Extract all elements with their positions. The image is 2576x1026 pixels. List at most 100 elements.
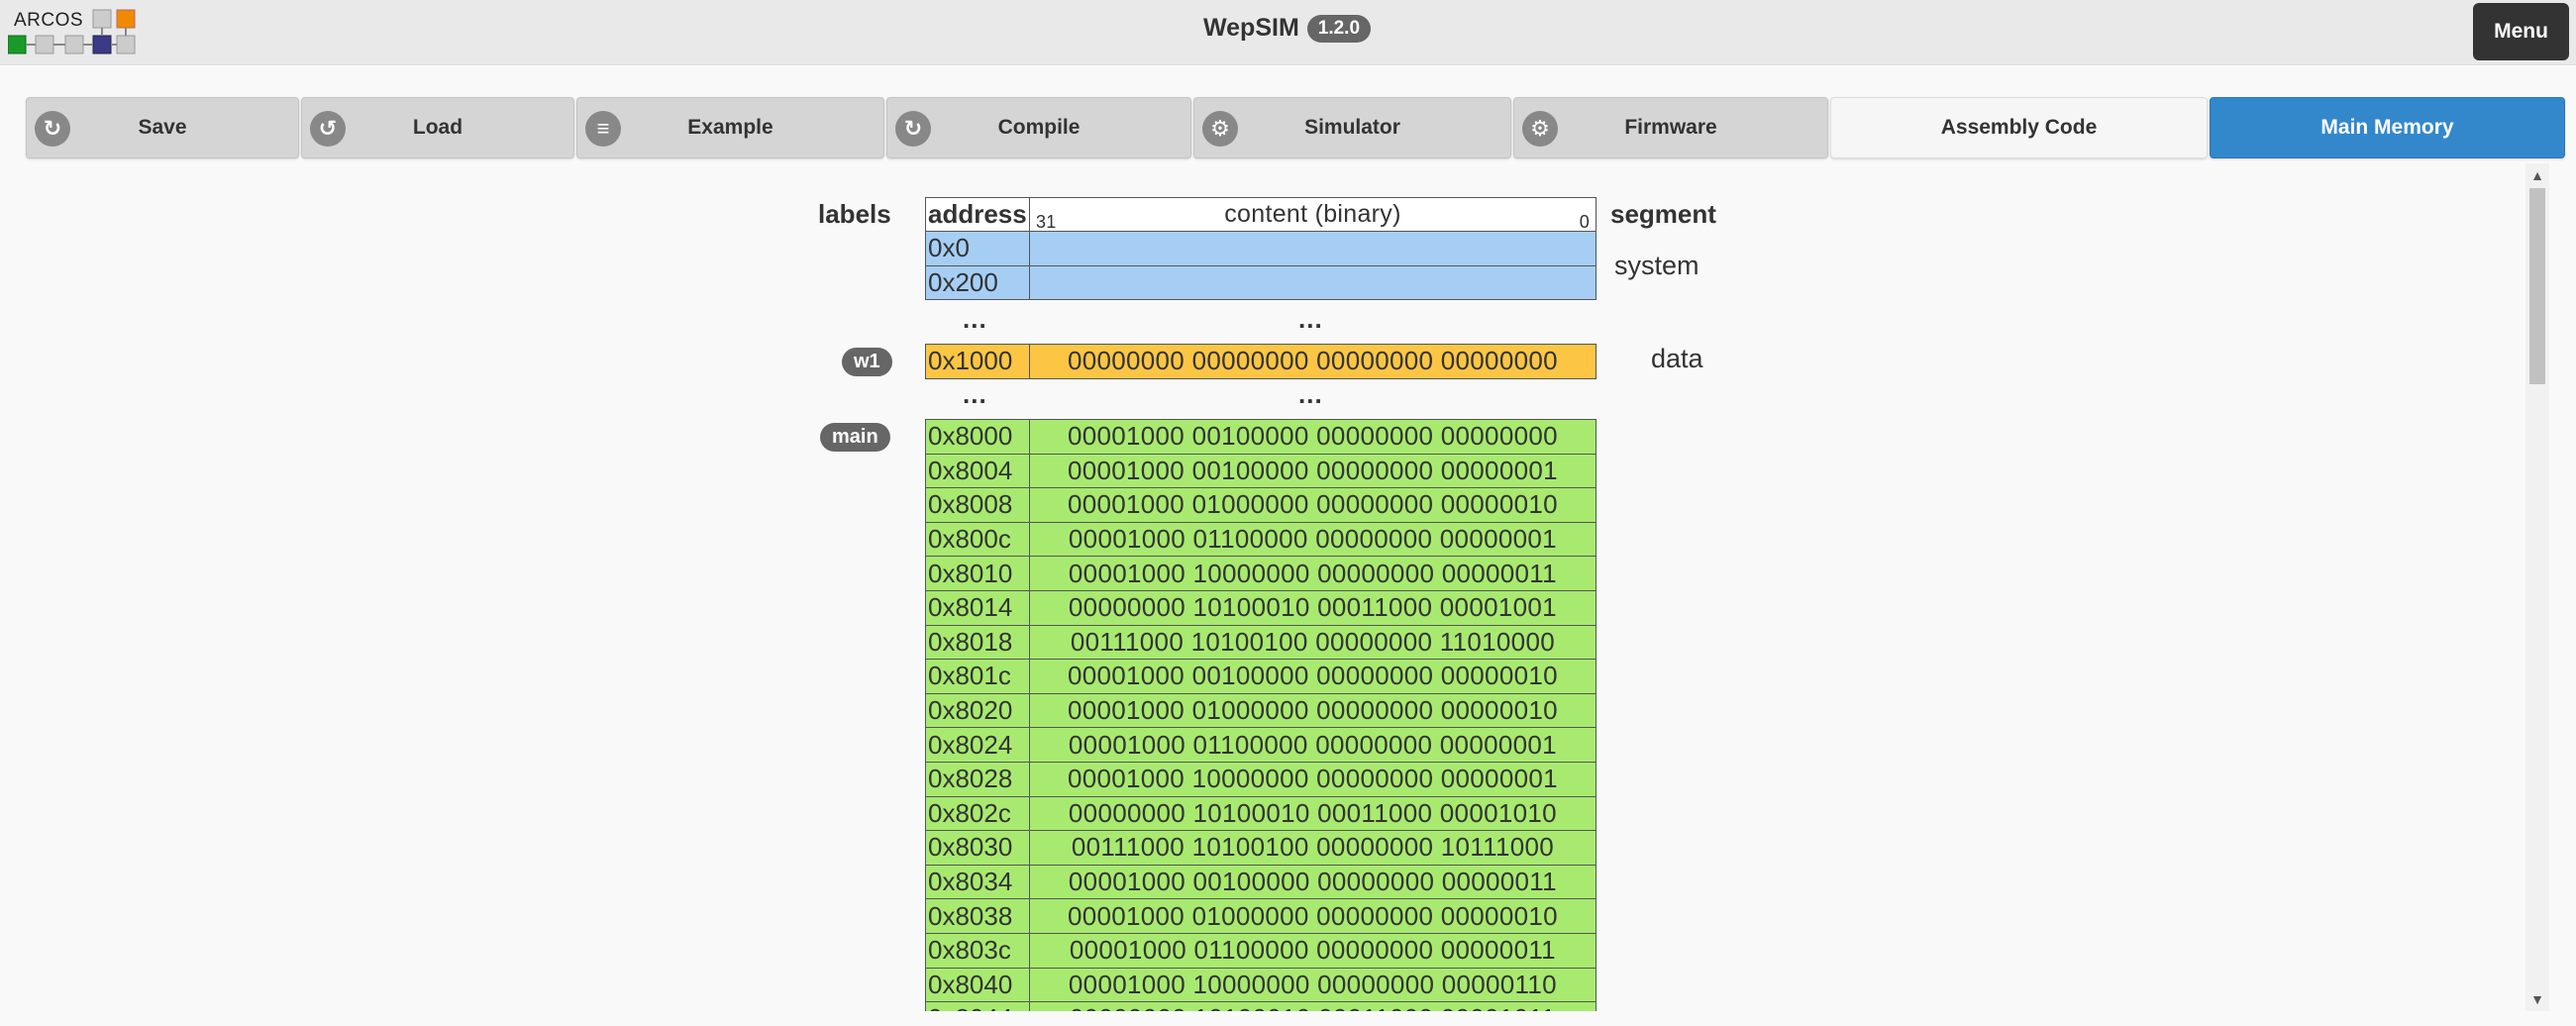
content-header-label: content (binary) xyxy=(1224,200,1401,228)
address-cell: 0x8044 xyxy=(925,1001,1030,1011)
table-row: 0x8030 00111000 10100100 00000000 1011100… xyxy=(925,830,1597,866)
content-cell: 00001000 01100000 00000000 00000001 xyxy=(1028,727,1597,763)
table-row: 0x8028 00001000 10000000 00000000 0000000… xyxy=(925,761,1597,797)
firmware-button[interactable]: ⚙ Firmware xyxy=(1513,97,1828,158)
address-cell: 0x801c xyxy=(925,659,1030,694)
address-cell: 0x8008 xyxy=(925,487,1030,523)
segment-data: data xyxy=(1651,344,1703,373)
table-header-row: address 31 content (binary) 0 xyxy=(925,197,1597,232)
memory-table-data: 0x1000 00000000 00000000 00000000 000000… xyxy=(925,344,1597,379)
address-cell: 0x8030 xyxy=(925,830,1030,866)
table-row: 0x801c 00001000 00100000 00000000 0000001… xyxy=(925,659,1597,694)
app-header: ARCOS WepSIM 1.2.0 Menu xyxy=(0,0,2576,65)
table-row: 0x8040 00001000 10000000 00000000 0000011… xyxy=(925,967,1597,1003)
bit-low-label: 0 xyxy=(1579,212,1590,232)
vertical-scrollbar[interactable]: ▲ ▼ xyxy=(2525,163,2549,1011)
table-row: 0x8010 00001000 10000000 00000000 0000001… xyxy=(925,556,1597,591)
content-cell: 00001000 00100000 00000000 00000011 xyxy=(1028,864,1597,900)
address-cell: 0x8020 xyxy=(925,692,1030,729)
table-row: 0x8024 00001000 01100000 00000000 0000000… xyxy=(925,727,1597,763)
save-label: Save xyxy=(138,116,187,139)
load-button[interactable]: ↺ Load xyxy=(301,97,574,158)
load-label: Load xyxy=(412,116,464,139)
content-cell: 00001000 00100000 00000000 00000001 xyxy=(1028,453,1597,489)
content-column-header: 31 content (binary) 0 xyxy=(1028,197,1597,232)
content-cell: 00000000 10100010 00011000 00001001 xyxy=(1028,589,1597,626)
content-cell: 00000000 00000000 00000000 00000000 xyxy=(1028,344,1597,379)
table-row: 0x8034 00001000 00100000 00000000 0000001… xyxy=(925,864,1597,900)
address-cell: 0x1000 xyxy=(925,344,1030,379)
content-ellipsis: ... xyxy=(1298,304,1323,334)
address-cell: 0x8028 xyxy=(925,761,1030,797)
table-row: 0x8004 00001000 00100000 00000000 0000000… xyxy=(925,453,1597,489)
label-w1[interactable]: w1 xyxy=(842,348,892,376)
address-cell: 0x0 xyxy=(925,231,1030,266)
scroll-thumb[interactable] xyxy=(2529,188,2545,384)
refresh-icon: ↻ xyxy=(895,111,931,147)
example-label: Example xyxy=(687,116,773,139)
content-cell: 00111000 10100100 00000000 11010000 xyxy=(1028,624,1597,661)
example-button[interactable]: ≡ Example xyxy=(576,97,884,158)
content-cell: 00001000 00100000 00000000 00000010 xyxy=(1028,659,1597,694)
content-cell: 00001000 01100000 00000000 00000011 xyxy=(1028,932,1597,969)
tab-assembly-label: Assembly Code xyxy=(1940,116,2098,139)
table-row: 0x804400000000 10100010 00011000 0000101… xyxy=(925,1001,1597,1011)
memory-view: labels segment address 31 content (binar… xyxy=(0,163,2525,1011)
gear-icon: ⚙ xyxy=(1522,111,1558,147)
tab-main-memory[interactable]: Main Memory xyxy=(2210,97,2565,158)
main-toolbar: ↻ Save ↺ Load ≡ Example ↻ Compile ⚙ Simu… xyxy=(26,97,2565,158)
address-cell: 0x800c xyxy=(925,521,1030,558)
segment-system: system xyxy=(1614,251,1700,280)
menu-button[interactable]: Menu xyxy=(2473,3,2569,60)
table-row: 0x8018 00111000 10100100 00000000 1101000… xyxy=(925,624,1597,661)
address-cell: 0x8018 xyxy=(925,624,1030,661)
content-cell: 00001000 01000000 00000000 00000010 xyxy=(1028,487,1597,523)
address-cell: 0x8038 xyxy=(925,898,1030,934)
content-cell: 00001000 01000000 00000000 00000010 xyxy=(1028,692,1597,729)
save-button[interactable]: ↻ Save xyxy=(26,97,299,158)
content-cell: 00111000 10100100 00000000 10111000 xyxy=(1028,830,1597,866)
memory-table-system: address 31 content (binary) 0 0x0 0x200 xyxy=(925,197,1597,301)
simulator-button[interactable]: ⚙ Simulator xyxy=(1193,97,1511,158)
segment-column-header: segment xyxy=(1610,199,1716,229)
compile-label: Compile xyxy=(997,116,1081,139)
scroll-down-icon[interactable]: ▼ xyxy=(2525,989,2549,1009)
address-ellipsis: ... xyxy=(963,304,987,334)
content-cell: 00001000 00100000 00000000 00000000 xyxy=(1028,419,1597,455)
content-cell: 00001000 10000000 00000000 00000110 xyxy=(1028,967,1597,1003)
table-row: 0x802c 00000000 10100010 00011000 0000101… xyxy=(925,795,1597,832)
content-cell: 00000000 10100010 00011000 00001010 xyxy=(1028,795,1597,832)
tab-assembly-code[interactable]: Assembly Code xyxy=(1830,97,2208,158)
address-cell: 0x8000 xyxy=(925,419,1030,455)
bars-icon: ≡ xyxy=(585,111,621,147)
address-cell: 0x200 xyxy=(925,264,1030,301)
table-row: 0x8000 00001000 00100000 00000000 0000000… xyxy=(925,419,1597,455)
labels-column-header: labels xyxy=(818,199,891,229)
content-cell: 00001000 10000000 00000000 00000001 xyxy=(1028,761,1597,797)
table-row: 0x803c 00001000 01100000 00000000 0000001… xyxy=(925,932,1597,969)
app-name: WepSIM xyxy=(1203,14,1299,42)
address-cell: 0x8034 xyxy=(925,864,1030,900)
table-row: 0x800c 00001000 01100000 00000000 0000000… xyxy=(925,521,1597,558)
content-cell xyxy=(1028,231,1597,266)
table-row: 0x200 xyxy=(925,264,1597,301)
content-cell: 00000000 10100010 00011000 00001011 xyxy=(1028,1001,1597,1011)
memory-table-code: 0x8000 00001000 00100000 00000000 0000000… xyxy=(925,419,1597,1011)
content-cell: 00001000 10000000 00000000 00000011 xyxy=(1028,556,1597,591)
table-row: 0x8008 00001000 01000000 00000000 0000001… xyxy=(925,487,1597,523)
gear-icon: ⚙ xyxy=(1202,111,1238,147)
address-ellipsis: ... xyxy=(963,379,987,409)
compile-button[interactable]: ↻ Compile xyxy=(886,97,1191,158)
table-row: 0x8020 00001000 01000000 00000000 0000001… xyxy=(925,692,1597,729)
arcos-logo: ARCOS xyxy=(8,6,147,57)
content-ellipsis: ... xyxy=(1298,379,1323,409)
label-main[interactable]: main xyxy=(820,423,890,452)
address-cell: 0x8040 xyxy=(925,967,1030,1003)
logo-cubes-icon xyxy=(8,9,136,54)
app-title: WepSIM 1.2.0 xyxy=(1203,14,1372,43)
address-cell: 0x802c xyxy=(925,795,1030,832)
firmware-label: Firmware xyxy=(1624,116,1717,139)
table-row: 0x8038 00001000 01000000 00000000 0000001… xyxy=(925,898,1597,934)
scroll-up-icon[interactable]: ▲ xyxy=(2525,165,2549,185)
redo-arrow-icon: ↻ xyxy=(35,111,70,147)
